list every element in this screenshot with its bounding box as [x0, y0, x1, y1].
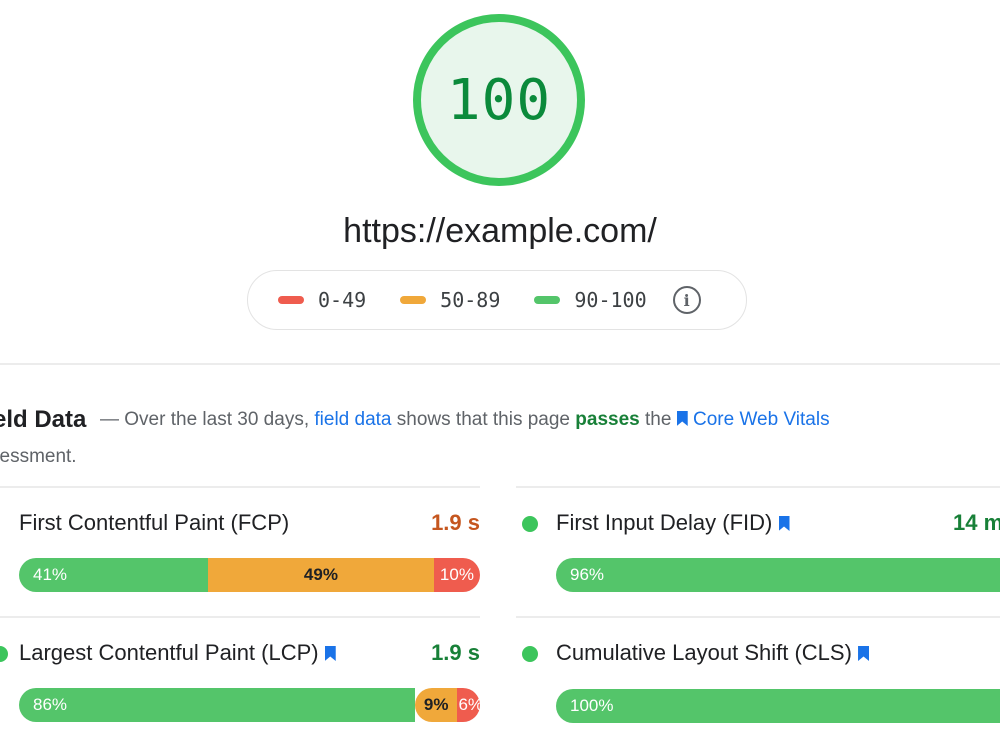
metric-name: Largest Contentful Paint (LCP) — [19, 640, 336, 666]
metric-separator — [516, 486, 1000, 488]
metric-value: 14 m — [953, 510, 1000, 535]
bookmark-icon — [778, 516, 790, 531]
metric-name: First Input Delay (FID) — [556, 510, 790, 536]
metric-separator — [516, 616, 1000, 618]
good-segment: 86% — [19, 688, 416, 722]
metric-value: 1.9 s — [431, 510, 480, 535]
info-icon[interactable]: i — [672, 286, 701, 314]
poor-segment: 10% — [433, 558, 480, 592]
bookmark-icon — [676, 411, 688, 426]
distribution-bar: 100% — [556, 689, 1000, 723]
legend-item-poor: 0-49 — [278, 288, 366, 312]
poor-segment: 6% — [456, 688, 480, 722]
good-status-dot — [522, 516, 538, 532]
metric-separator — [0, 616, 480, 618]
field-data-description-line2: sessment. — [0, 446, 77, 467]
legend-label-average: 50-89 — [440, 288, 501, 312]
good-status-dot — [522, 646, 538, 662]
metric-value: 1.9 s — [431, 640, 480, 665]
field-data-link[interactable]: field data — [314, 409, 391, 430]
legend-label-poor: 0-49 — [318, 288, 367, 312]
good-segment: 41% — [19, 558, 208, 592]
score-value: 100 — [446, 67, 552, 133]
bookmark-icon — [324, 646, 336, 661]
core-web-vitals-link[interactable]: Core Web Vitals — [693, 409, 830, 430]
metric-separator — [0, 486, 480, 488]
score-legend: 0-49 50-89 90-100 i — [247, 270, 747, 330]
legend-item-average: 50-89 — [400, 288, 500, 312]
metric-card-fid: First Input Delay (FID) 14 m 96% 3% 1% — [516, 486, 1000, 616]
page-url: https://example.com/ — [343, 212, 657, 250]
performance-score-gauge: 100 — [413, 14, 585, 186]
section-divider — [0, 363, 1000, 365]
good-range-marker — [534, 296, 561, 304]
legend-item-good: 90-100 — [534, 288, 647, 312]
field-data-description: — Over the last 30 days, field data show… — [100, 409, 830, 430]
distribution-bar: 41% 49% 10% — [19, 558, 480, 592]
legend-label-good: 90-100 — [574, 288, 647, 312]
good-segment: 100% — [556, 689, 1000, 723]
good-segment: 96% — [556, 558, 1000, 592]
average-segment: 49% — [208, 558, 434, 592]
metric-name: Cumulative Layout Shift (CLS) — [556, 640, 870, 666]
distribution-bar: 96% 3% 1% — [556, 558, 1000, 592]
distribution-bar: 86% 9% 6% — [19, 688, 480, 722]
field-data-title: eld Data — [0, 406, 87, 433]
passes-status: passes — [575, 409, 640, 430]
metric-name: First Contentful Paint (FCP) — [19, 510, 290, 535]
average-segment: 9% — [415, 688, 457, 722]
poor-range-marker — [278, 296, 304, 304]
good-status-dot — [0, 646, 8, 662]
metric-card-cls: Cumulative Layout Shift (CLS) 100% — [516, 616, 1000, 750]
metric-card-lcp: Largest Contentful Paint (LCP) 1.9 s 86%… — [0, 616, 480, 750]
average-range-marker — [400, 296, 427, 304]
bookmark-icon — [858, 646, 870, 661]
metric-card-fcp: First Contentful Paint (FCP) 1.9 s 41% 4… — [0, 486, 480, 616]
